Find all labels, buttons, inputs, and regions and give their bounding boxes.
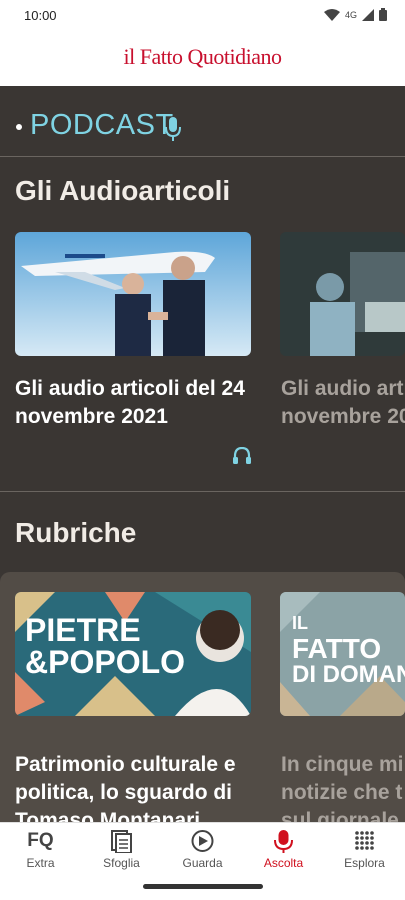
rubrica-card-image-2[interactable]: IL FATTO DI DOMANI [280,592,405,716]
grid-dots-icon [355,831,374,850]
section-divider [0,491,405,492]
signal-icon [362,8,374,21]
nav-label: Esplora [344,856,385,870]
rubrica-art2-line2: FATTO [292,633,382,664]
rubrica-art-line2: &POPOLO [25,644,186,680]
ita-airways-photo [15,232,251,356]
app-header: il Fatto Quotidiano [0,32,405,87]
audio-card-image-1[interactable] [15,232,251,356]
status-icons: 4G [323,8,387,21]
nav-item-extra[interactable]: FQ Extra [0,823,81,879]
audioarticoli-heading: Gli Audioarticoli [15,175,231,206]
wifi-icon [323,8,340,21]
nav-label: Guarda [182,856,223,870]
audio-card-image-2[interactable] [280,232,405,356]
rubrica-card-image-1[interactable]: PIETRE &POPOLO [15,592,251,716]
rubrica-art-line1: PIETRE [25,612,141,648]
rubriche-heading: Rubriche [15,517,137,548]
gesture-area [0,878,405,900]
rubrica-art2-line3: DI DOMANI [292,661,405,688]
nav-item-guarda[interactable]: Guarda [162,823,243,879]
audio-card-title-1[interactable]: Gli audio articoli del 24 novembre 2021 [15,375,255,431]
status-bar: 10:00 4G [0,0,405,32]
microphone-icon [165,117,181,141]
headphones-icon[interactable] [233,447,251,464]
status-time: 10:00 [24,8,57,23]
brand-logo[interactable]: il Fatto Quotidiano [0,44,405,70]
play-icon [191,830,214,852]
nav-label: Ascolta [263,856,304,870]
logo-text: il Fatto Quotidiano [123,44,282,69]
network-label: 4G [344,9,357,20]
nav-item-ascolta[interactable]: Ascolta [243,823,324,879]
rubrica-card-title-2[interactable]: In cinque mi notizie che t sul giornale [281,751,405,822]
nav-item-sfoglia[interactable]: Sfoglia [81,823,162,879]
nav-label: Extra [26,856,55,870]
podcast-bullet [16,124,22,130]
home-indicator[interactable] [143,884,263,889]
battery-icon [379,8,387,21]
podcast-label: PODCAST [30,109,174,141]
nav-label: Sfoglia [103,856,140,870]
microphone-icon [274,830,293,853]
audio-card-title-2[interactable]: Gli audio arti novembre 20 [281,375,405,431]
nav-item-esplora[interactable]: Esplora [324,823,405,879]
pages-icon [111,830,132,853]
fq-icon: FQ [27,830,54,851]
rubrica-card-title-1[interactable]: Patrimonio culturale e politica, lo sgua… [15,751,265,822]
bottom-navigation: FQ Extra Sfoglia Guarda Ascolta Esplora [0,822,405,879]
hospital-photo [280,232,405,356]
